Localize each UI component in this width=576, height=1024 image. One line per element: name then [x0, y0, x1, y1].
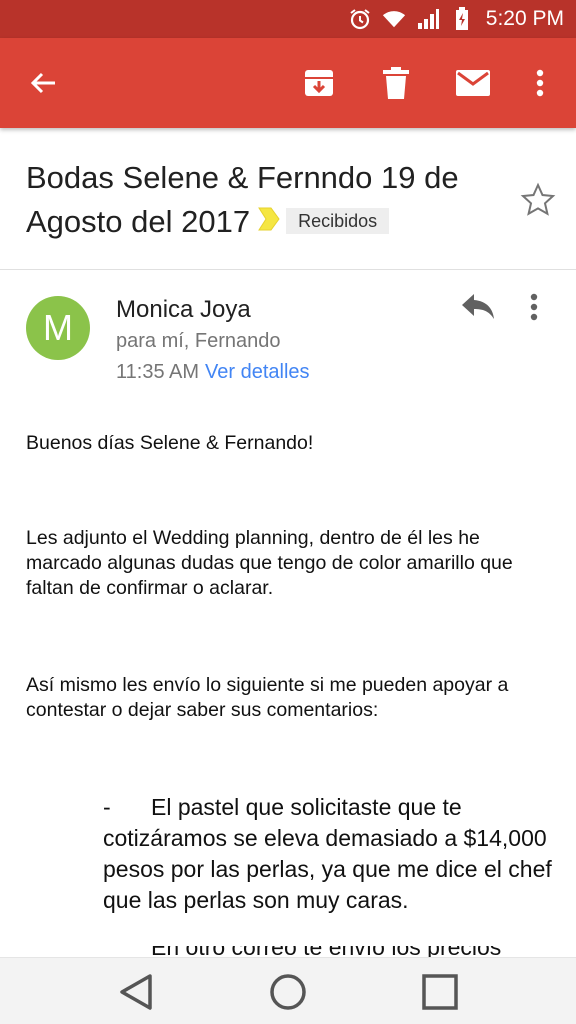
more-vert-icon — [530, 293, 538, 321]
alarm-icon — [348, 7, 372, 31]
star-button[interactable] — [520, 182, 556, 218]
view-details-link[interactable]: Ver detalles — [205, 361, 310, 383]
avatar-initial: M — [43, 307, 73, 348]
recipients: para mí, Fernando — [116, 330, 281, 352]
archive-icon — [305, 70, 333, 96]
reply-icon — [462, 294, 494, 319]
archive-button[interactable] — [296, 60, 342, 106]
message-more-button[interactable] — [530, 292, 558, 328]
wifi-icon — [382, 7, 406, 31]
status-time: 5:20 PM — [485, 7, 564, 30]
navigation-bar — [0, 957, 576, 1024]
body-greeting: Buenos días Selene & Fernando! — [26, 432, 314, 454]
app-bar — [0, 38, 576, 128]
body-bullet-1: - El pastel que solicitaste que te cotizá… — [103, 792, 553, 916]
reply-button[interactable] — [460, 292, 500, 328]
mark-unread-button[interactable] — [450, 60, 496, 106]
delete-icon — [383, 67, 409, 99]
nav-home-button[interactable] — [266, 970, 310, 1014]
label-chip-inbox[interactable]: Recibidos — [286, 207, 390, 234]
more-options-button[interactable] — [517, 60, 563, 106]
status-bar: 5:20 PM — [0, 0, 576, 38]
body-paragraph-2: Así mismo les envío lo siguiente si me p… — [26, 674, 509, 721]
email-subject: Bodas Selene & Fernndo 19 de Agosto del … — [26, 156, 496, 246]
signal-icon — [416, 7, 440, 31]
sender-name: Monica Joya — [116, 296, 251, 323]
home-circle-icon — [270, 974, 306, 1010]
sent-time-row: 11:35 AM Ver detalles — [116, 361, 310, 384]
nav-recents-button[interactable] — [418, 970, 462, 1014]
star-icon — [520, 182, 556, 216]
importance-marker-icon[interactable] — [258, 199, 280, 243]
back-button[interactable] — [20, 60, 66, 106]
subject-header: Bodas Selene & Fernndo 19 de Agosto del … — [0, 128, 576, 270]
back-triangle-icon — [120, 974, 152, 1010]
avatar[interactable]: M — [26, 296, 90, 360]
bullet-1-text: El pastel que solicitaste que te cotizár… — [103, 794, 552, 913]
back-arrow-icon — [30, 72, 55, 94]
subject-text: Bodas Selene & Fernndo 19 de Agosto del … — [26, 160, 459, 239]
more-vert-icon — [536, 69, 544, 97]
body-paragraph-1: Les adjunto el Wedding planning, dentro … — [26, 527, 513, 599]
battery-icon — [450, 7, 474, 31]
sent-time: 11:35 AM — [116, 361, 200, 383]
nav-back-button[interactable] — [114, 970, 158, 1014]
delete-button[interactable] — [373, 60, 419, 106]
bullet-dash: - — [103, 794, 111, 820]
mark-unread-icon — [456, 70, 490, 96]
recents-square-icon — [422, 974, 458, 1010]
